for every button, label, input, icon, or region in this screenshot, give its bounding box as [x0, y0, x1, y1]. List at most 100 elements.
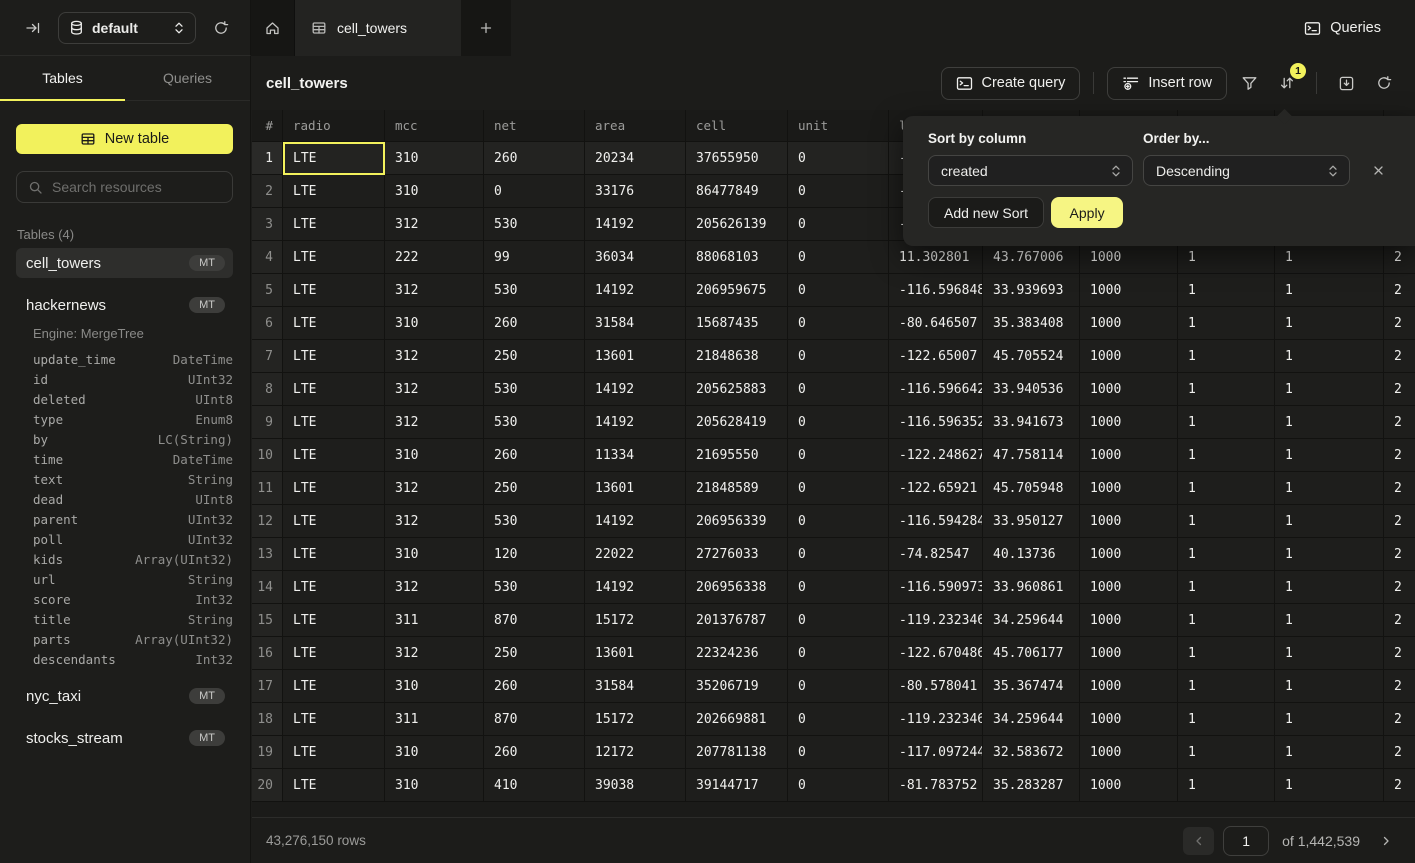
table-cell[interactable]: 206959675 [686, 274, 788, 307]
table-cell[interactable]: 202669881 [686, 703, 788, 736]
table-cell[interactable]: 40.13736 [983, 538, 1080, 571]
table-cell[interactable]: LTE [283, 208, 385, 241]
table-cell[interactable]: 1000 [1080, 571, 1178, 604]
table-cell[interactable]: 15687435 [686, 307, 788, 340]
table-cell[interactable]: 0 [788, 208, 889, 241]
table-cell[interactable]: 1000 [1080, 307, 1178, 340]
table-cell[interactable]: 1 [1275, 340, 1384, 373]
page-number-input[interactable] [1223, 826, 1269, 856]
table-cell[interactable]: 31584 [585, 670, 686, 703]
table-cell[interactable]: -122.65007 [889, 340, 983, 373]
table-cell[interactable]: 1 [1275, 571, 1384, 604]
table-cell[interactable]: 33.939693 [983, 274, 1080, 307]
table-cell[interactable]: 0 [788, 538, 889, 571]
table-cell[interactable]: 1 [1275, 703, 1384, 736]
table-cell[interactable]: 312 [385, 208, 484, 241]
filter-button[interactable] [1233, 67, 1265, 99]
column-header-area[interactable]: area [585, 110, 686, 142]
table-cell[interactable]: LTE [283, 274, 385, 307]
table-cell[interactable]: 2 [1384, 439, 1415, 472]
create-query-button[interactable]: Create query [941, 67, 1081, 100]
table-cell[interactable]: 1 [1178, 736, 1275, 769]
table-cell[interactable]: 1 [1275, 670, 1384, 703]
table-cell[interactable]: 1000 [1080, 274, 1178, 307]
table-cell[interactable]: 0 [484, 175, 585, 208]
table-cell[interactable]: 1000 [1080, 538, 1178, 571]
table-cell[interactable]: 88068103 [686, 241, 788, 274]
sidebar-table-item-hackernews[interactable]: hackernewsMT [16, 290, 233, 320]
table-cell[interactable]: 1 [1178, 307, 1275, 340]
table-cell[interactable]: 13601 [585, 472, 686, 505]
table-cell[interactable]: 1000 [1080, 406, 1178, 439]
table-cell[interactable]: 39038 [585, 769, 686, 802]
table-cell[interactable]: 1000 [1080, 472, 1178, 505]
table-cell[interactable]: 1 [1178, 472, 1275, 505]
table-cell[interactable]: 2 [1384, 769, 1415, 802]
table-cell[interactable]: -119.232346 [889, 604, 983, 637]
table-cell[interactable]: 530 [484, 406, 585, 439]
table-cell[interactable]: 0 [788, 241, 889, 274]
table-cell[interactable]: 45.706177 [983, 637, 1080, 670]
table-cell[interactable]: 0 [788, 736, 889, 769]
table-cell[interactable]: 1 [1275, 439, 1384, 472]
table-cell[interactable]: -81.783752 [889, 769, 983, 802]
table-cell[interactable]: 32.583672 [983, 736, 1080, 769]
sidebar-table-item-stocks_stream[interactable]: stocks_streamMT [16, 723, 233, 753]
previous-page-button[interactable] [1183, 827, 1214, 855]
table-cell[interactable]: 45.705524 [983, 340, 1080, 373]
table-cell[interactable]: 310 [385, 670, 484, 703]
table-cell[interactable]: 205626139 [686, 208, 788, 241]
table-cell[interactable]: 530 [484, 373, 585, 406]
table-cell[interactable]: 2 [1384, 472, 1415, 505]
table-cell[interactable]: 1 [1178, 637, 1275, 670]
table-cell[interactable]: 260 [484, 670, 585, 703]
table-cell[interactable]: 35206719 [686, 670, 788, 703]
table-cell[interactable]: -122.670486 [889, 637, 983, 670]
table-cell[interactable]: 99 [484, 241, 585, 274]
collapse-sidebar-button[interactable] [18, 13, 48, 43]
table-cell[interactable]: 33.950127 [983, 505, 1080, 538]
table-cell[interactable]: LTE [283, 505, 385, 538]
new-table-button[interactable]: New table [16, 124, 233, 154]
table-cell[interactable]: 1 [1275, 472, 1384, 505]
table-cell[interactable]: 1 [1178, 439, 1275, 472]
table-cell[interactable]: 21848638 [686, 340, 788, 373]
table-cell[interactable]: 1000 [1080, 340, 1178, 373]
table-cell[interactable]: 1 [1178, 769, 1275, 802]
column-header-radio[interactable]: radio [283, 110, 385, 142]
table-cell[interactable]: 312 [385, 637, 484, 670]
table-cell[interactable]: 0 [788, 373, 889, 406]
table-cell[interactable]: 0 [788, 340, 889, 373]
table-cell[interactable]: 22022 [585, 538, 686, 571]
table-cell[interactable]: 201376787 [686, 604, 788, 637]
table-cell[interactable]: LTE [283, 637, 385, 670]
sidebar-tab-queries[interactable]: Queries [125, 56, 250, 100]
table-cell[interactable]: 1 [1178, 505, 1275, 538]
table-cell[interactable]: 311 [385, 703, 484, 736]
table-cell[interactable]: 15172 [585, 703, 686, 736]
table-cell[interactable]: LTE [283, 439, 385, 472]
table-cell[interactable]: LTE [283, 670, 385, 703]
table-cell[interactable]: 1 [1178, 340, 1275, 373]
table-cell[interactable]: 21695550 [686, 439, 788, 472]
sort-column-select[interactable]: created [928, 155, 1133, 186]
table-cell[interactable]: -116.596352 [889, 406, 983, 439]
table-cell[interactable]: 12172 [585, 736, 686, 769]
table-cell[interactable]: 1000 [1080, 703, 1178, 736]
table-cell[interactable]: 0 [788, 604, 889, 637]
table-cell[interactable]: 1 [1275, 769, 1384, 802]
table-cell[interactable]: LTE [283, 175, 385, 208]
table-cell[interactable]: 312 [385, 406, 484, 439]
table-cell[interactable]: 86477849 [686, 175, 788, 208]
table-cell[interactable]: 1 [1275, 406, 1384, 439]
table-cell[interactable]: 206956339 [686, 505, 788, 538]
table-cell[interactable]: 205628419 [686, 406, 788, 439]
table-cell[interactable]: 222 [385, 241, 484, 274]
table-cell[interactable]: 312 [385, 274, 484, 307]
table-cell[interactable]: -116.590973 [889, 571, 983, 604]
table-cell[interactable]: 2 [1384, 373, 1415, 406]
table-cell[interactable]: 0 [788, 175, 889, 208]
new-tab-button[interactable] [461, 0, 511, 56]
table-cell[interactable]: 311 [385, 604, 484, 637]
table-cell[interactable]: 2 [1384, 736, 1415, 769]
